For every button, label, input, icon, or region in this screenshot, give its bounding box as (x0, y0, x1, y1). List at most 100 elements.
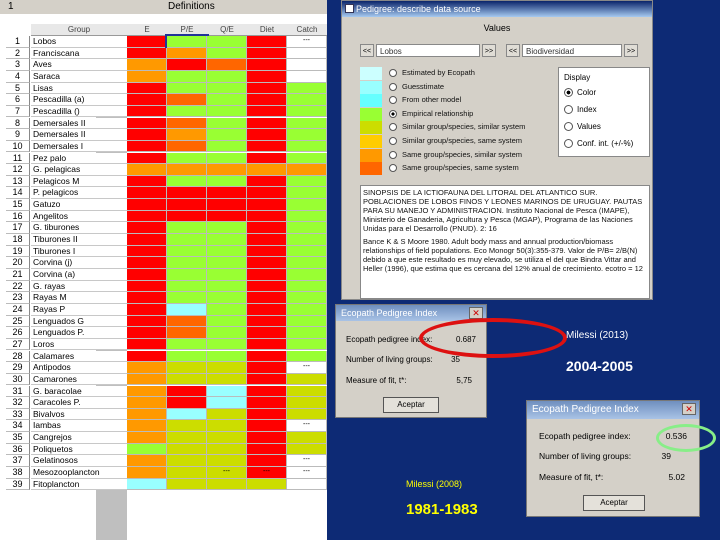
group-name[interactable]: G. baracolae (31, 385, 127, 398)
pedigree-cell[interactable]: --- (287, 36, 327, 48)
pedigree-cell[interactable] (127, 140, 167, 153)
pedigree-cell[interactable] (287, 234, 327, 246)
pedigree-cell[interactable]: --- (287, 455, 327, 467)
row-number[interactable]: 8 (6, 117, 30, 130)
row-number[interactable]: 38 (6, 467, 30, 479)
pedigree-cell[interactable] (247, 105, 287, 118)
row-number[interactable]: 14 (6, 187, 30, 200)
pedigree-cell[interactable] (167, 94, 207, 106)
pedigree-cell[interactable] (167, 292, 207, 304)
pedigree-cell[interactable] (247, 152, 287, 165)
pedigree-cell[interactable] (287, 257, 327, 269)
pedigree-cell[interactable] (167, 140, 207, 153)
group-name[interactable]: Loros (31, 338, 127, 351)
pedigree-cell[interactable] (247, 443, 287, 456)
pedigree-cell[interactable] (247, 47, 287, 60)
group-name[interactable]: Bivalvos (31, 408, 127, 421)
pedigree-cell[interactable] (167, 59, 207, 71)
pedigree-cell[interactable] (167, 257, 207, 269)
row-number[interactable]: 29 (6, 362, 30, 374)
pedigree-cell[interactable] (127, 327, 167, 339)
pedigree-cell[interactable] (127, 187, 167, 200)
pedigree-cell[interactable] (127, 432, 167, 444)
pedigree-cell[interactable] (207, 327, 247, 339)
row-number[interactable]: 34 (6, 420, 30, 433)
pedigree-cell[interactable] (287, 408, 327, 421)
pedigree-cell[interactable] (207, 199, 247, 211)
pedigree-cell[interactable] (247, 420, 287, 433)
row-number[interactable]: 12 (6, 164, 30, 176)
pedigree-cell[interactable]: --- (207, 467, 247, 479)
pedigree-cell[interactable] (207, 70, 247, 83)
row-number[interactable]: 6 (6, 94, 30, 106)
pedigree-cell[interactable] (167, 455, 207, 467)
pedigree-cell[interactable] (287, 478, 327, 491)
pedigree-cell[interactable] (167, 443, 207, 456)
pedigree-cell[interactable] (127, 373, 167, 386)
group-name[interactable]: G. tiburones (31, 222, 127, 234)
pedigree-cell[interactable] (167, 234, 207, 246)
group-name[interactable]: Mesozooplancton (31, 467, 127, 479)
pedigree-cell[interactable] (207, 129, 247, 141)
pedigree-cell[interactable] (247, 210, 287, 223)
pedigree-cell[interactable] (287, 315, 327, 328)
group-name[interactable]: Rayas M (31, 292, 127, 304)
row-number[interactable]: 39 (6, 478, 30, 491)
pedigree-cell[interactable] (247, 82, 287, 95)
group-name[interactable]: Pelagicos M (31, 175, 127, 188)
pedigree-cell[interactable] (247, 164, 287, 176)
pedigree-cell[interactable] (167, 303, 207, 316)
pedigree-cell[interactable] (127, 397, 167, 409)
pedigree-cell[interactable] (127, 338, 167, 351)
row-number[interactable]: 32 (6, 397, 30, 409)
pedigree-cell[interactable] (167, 350, 207, 363)
pedigree-cell[interactable] (207, 373, 247, 386)
group-name[interactable]: Corvina (j) (31, 257, 127, 269)
pedigree-cell[interactable] (207, 280, 247, 293)
pedigree-cell[interactable] (287, 397, 327, 409)
pedigree-cell[interactable] (167, 82, 207, 95)
row-number[interactable]: 33 (6, 408, 30, 421)
row-number[interactable]: 26 (6, 327, 30, 339)
row-number[interactable]: 24 (6, 303, 30, 316)
display-option-values[interactable]: Values (564, 122, 601, 132)
pedigree-cell[interactable] (127, 269, 167, 281)
pedigree-cell[interactable] (247, 70, 287, 83)
pedigree-cell[interactable] (127, 117, 167, 130)
group-name[interactable]: Pescadilla (a) (31, 94, 127, 106)
row-number[interactable]: 31 (6, 385, 30, 398)
pedigree-cell[interactable] (127, 292, 167, 304)
group-name[interactable]: Demersales II (31, 129, 127, 141)
pedigree-cell[interactable] (247, 338, 287, 351)
pedigree-cell[interactable] (247, 129, 287, 141)
row-number[interactable]: 22 (6, 280, 30, 293)
row-number[interactable]: 27 (6, 338, 30, 351)
pedigree-cell[interactable] (207, 397, 247, 409)
pedigree-cell[interactable]: --- (247, 467, 287, 479)
group-name[interactable]: Tiburones I (31, 245, 127, 258)
pedigree-cell[interactable] (207, 36, 247, 48)
pedigree-cell[interactable] (167, 467, 207, 479)
group-name[interactable]: Franciscana (31, 47, 127, 60)
group-name[interactable]: G. pelagicas (31, 164, 127, 176)
pedigree-cell[interactable] (287, 105, 327, 118)
pedigree-cell[interactable] (207, 152, 247, 165)
row-number[interactable]: 5 (6, 82, 30, 95)
pedigree-cell[interactable] (127, 455, 167, 467)
pedigree-cell[interactable] (127, 164, 167, 176)
row-number[interactable]: 11 (6, 152, 30, 165)
row-number[interactable]: 20 (6, 257, 30, 269)
pedigree-cell[interactable] (127, 175, 167, 188)
pedigree-cell[interactable] (247, 280, 287, 293)
display-option-color[interactable]: Color (564, 88, 596, 98)
pedigree-cell[interactable] (247, 175, 287, 188)
prev-group-button[interactable]: << (360, 44, 374, 57)
pedigree-cell[interactable] (167, 222, 207, 234)
pedigree-cell[interactable] (167, 210, 207, 223)
pedigree-cell[interactable] (287, 164, 327, 176)
pedigree-cell[interactable] (247, 257, 287, 269)
group-name[interactable]: Antipodos (31, 362, 127, 374)
pedigree-cell[interactable] (167, 245, 207, 258)
pedigree-cell[interactable] (247, 350, 287, 363)
row-number[interactable]: 9 (6, 129, 30, 141)
